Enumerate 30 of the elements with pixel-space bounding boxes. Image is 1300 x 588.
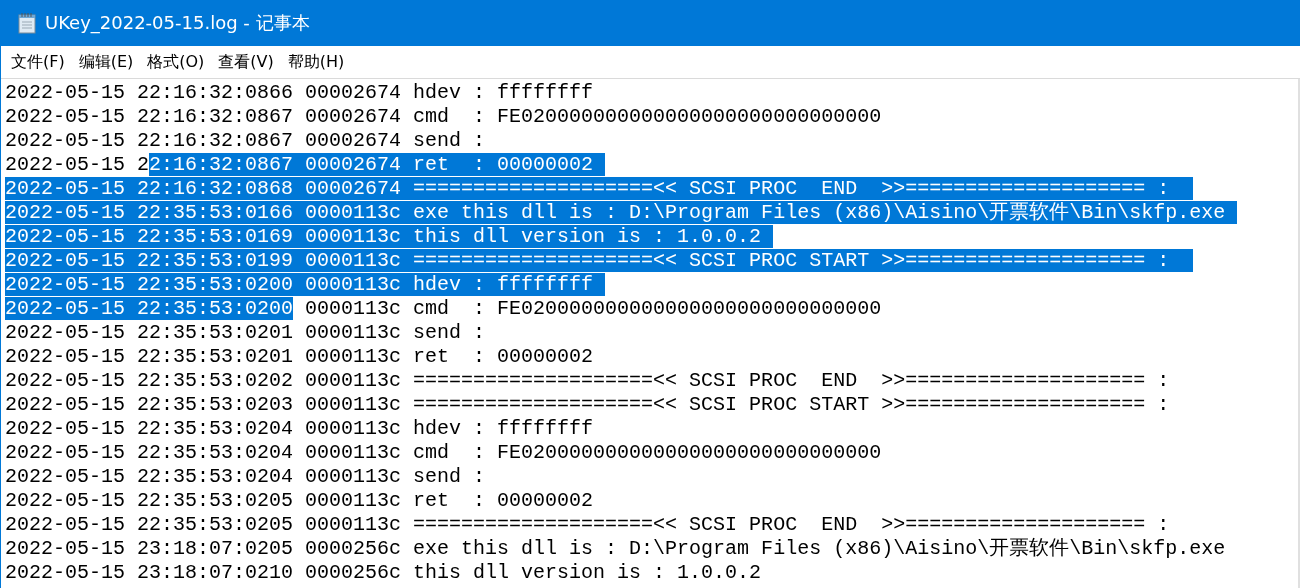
window-title: UKey_2022-05-15.log - 记事本 [45,11,310,35]
menu-item[interactable]: 查看(V) [218,51,274,73]
log-text: 0000113c cmd : FE020000000000000000000000000000 [304,297,882,320]
log-text: 2022-05-15 22:35:53:0201 0000113c ret : 00000002 [5,345,594,368]
menu-item[interactable]: 格式(O) [147,51,205,73]
menu-item[interactable]: 帮助(H) [287,51,345,73]
log-text: 2022-05-15 2 [5,153,150,176]
menu-item[interactable]: 编辑(E) [78,51,134,73]
log-text: 2022-05-15 22:35:53:0203 0000113c ====================<< SCSI PROC START >>==================== : [5,393,1170,416]
log-text: 2022-05-15 22:35:53:0200 [5,297,294,320]
log-text: 2022-05-15 22:35:53:0205 0000113c ret : 00000002 [5,489,594,512]
log-text: 2022-05-15 22:35:53:0202 0000113c ====================<< SCSI PROC END >>==================== : [5,369,1170,392]
log-text: 2022-05-15 22:16:32:0867 00002674 send : [5,129,486,152]
log-text: 2:16:32:0867 00002674 ret : 00000002 [149,153,606,176]
log-text: 2022-05-15 22:35:53:0205 0000113c ====================<< SCSI PROC END >>==================== : [5,513,1170,536]
notepad-icon [17,12,37,34]
log-text: 2022-05-15 22:35:53:0204 0000113c send : [5,465,486,488]
log-text: 2022-05-15 23:18:07:0210 0000256c this dll version is : 1.0.0.2 [5,561,762,584]
menu-item[interactable]: 文件(F) [11,51,65,73]
log-text: 2022-05-15 22:35:53:0201 0000113c send : [5,321,486,344]
log-text: 2022-05-15 22:35:53:0169 0000113c this dll version is : 1.0.0.2 [5,225,774,248]
log-text: 2022-05-15 23:18:07:0205 0000256c exe this dll is : D:\Program Files (x86)\Aisino\开票软件\Bin\skfp.exe [5,537,1226,560]
log-text: 2022-05-15 22:16:32:0866 00002674 hdev : ffffffff [5,81,594,104]
log-text: 2022-05-15 22:35:53:0204 0000113c cmd : FE020000000000000000000000000000 [5,441,882,464]
log-text: 2022-05-15 22:35:53:0166 0000113c exe this dll is : D:\Program Files (x86)\Aisino\开票软件\Bin\skfp.exe [5,201,1238,224]
log-text: 2022-05-15 22:35:53:0200 0000113c hdev : ffffffff [5,273,606,296]
log-text: 2022-05-15 22:16:32:0868 00002674 ====================<< SCSI PROC END >>==================== : [5,177,1194,200]
log-text: 2022-05-15 22:35:53:0199 0000113c ====================<< SCSI PROC START >>==================== : [5,249,1194,272]
log-text: 2022-05-15 22:16:32:0867 00002674 cmd : FE020000000000000000000000000000 [5,105,882,128]
log-text: 2022-05-15 22:35:53:0204 0000113c hdev : ffffffff [5,417,594,440]
